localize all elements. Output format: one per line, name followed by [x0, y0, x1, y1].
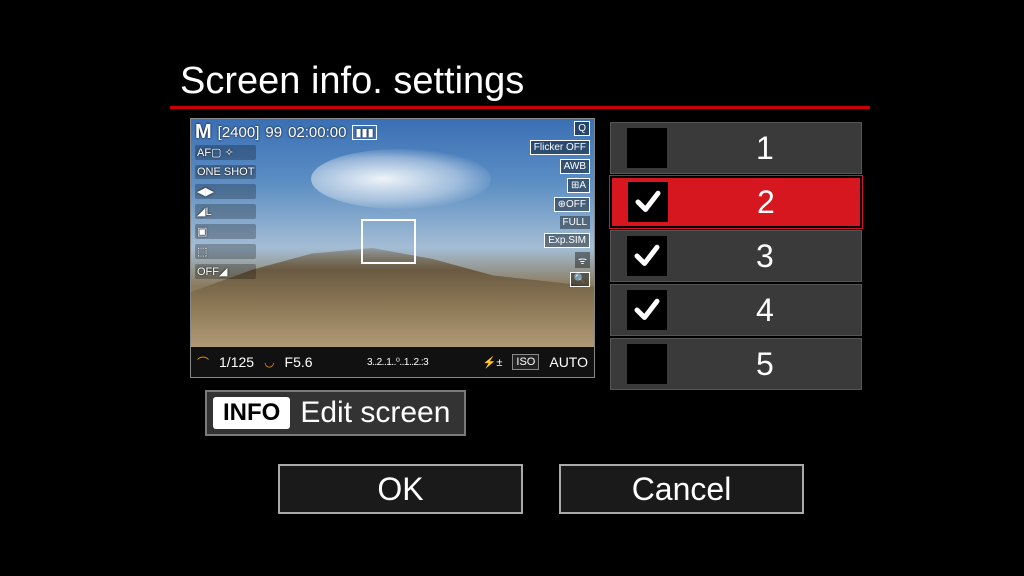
- screen-preview: M [2400] 99 02:00:00 ▮▮▮ AF▢ ✧ ONE SHOT …: [190, 118, 595, 378]
- magnify-icon: 🔍: [570, 272, 590, 287]
- flicker-icon: Flicker OFF: [530, 140, 590, 155]
- preview-top-row: M [2400] 99 02:00:00 ▮▮▮: [195, 121, 377, 144]
- screen-number-label: 3: [756, 238, 774, 275]
- quick-dial-icon: ◡: [264, 355, 274, 369]
- screen-list-item-3[interactable]: 3: [610, 230, 862, 282]
- aperture-value: F5.6: [285, 354, 313, 370]
- screen-list-item-1[interactable]: 1: [610, 122, 862, 174]
- screen-number-label: 2: [757, 184, 775, 221]
- alo-icon: ⊕OFF: [554, 197, 590, 212]
- ok-button[interactable]: OK: [278, 464, 523, 514]
- cancel-button[interactable]: Cancel: [559, 464, 804, 514]
- drive-icon: ◀▶: [195, 184, 256, 199]
- awb-icon: AWB: [560, 159, 590, 174]
- grid-icon: ▣: [195, 224, 256, 239]
- focus-box: [361, 219, 416, 264]
- edit-screen-button[interactable]: INFO Edit screen: [205, 390, 466, 436]
- screen-number-label: 5: [756, 346, 774, 383]
- shutter-speed: 1/125: [219, 354, 254, 370]
- wifi-icon: ᯤ: [575, 252, 590, 268]
- screen-list-item-2[interactable]: 2: [610, 176, 862, 228]
- preview-left-column: AF▢ ✧ ONE SHOT ◀▶ ◢L ▣ ⬚ OFF◢: [195, 145, 256, 279]
- bracket-value: [2400]: [218, 124, 260, 141]
- off-icon: OFF◢: [195, 264, 256, 279]
- screen-list-item-5[interactable]: 5: [610, 338, 862, 390]
- checkbox-3[interactable]: [627, 236, 667, 276]
- edit-screen-label: Edit screen: [300, 396, 450, 430]
- page-title: Screen info. settings: [180, 60, 524, 103]
- q-menu-icon: Q: [574, 121, 590, 136]
- title-divider: [170, 106, 870, 109]
- iso-value: AUTO: [549, 354, 588, 370]
- full-icon: FULL: [560, 216, 590, 229]
- preview-right-column: Q Flicker OFF AWB ⊞A ⊕OFF FULL Exp.SIM ᯤ…: [530, 121, 590, 287]
- checkbox-4[interactable]: [627, 290, 667, 330]
- exposure-meter: 3..2..1..⁰..1..2.:3: [323, 357, 473, 368]
- expsim-icon: Exp.SIM: [544, 233, 590, 248]
- screen-number-label: 1: [756, 130, 774, 167]
- info-badge: INFO: [213, 397, 290, 429]
- crop-icon: ⬚: [195, 244, 256, 259]
- flash-comp-icon: ⚡±: [483, 356, 503, 369]
- checkbox-1[interactable]: [627, 128, 667, 168]
- screen-number-label: 4: [756, 292, 774, 329]
- checkbox-2[interactable]: [628, 182, 668, 222]
- iso-badge: ISO: [512, 354, 539, 370]
- screen-list: 1 2 3 4 5: [610, 122, 862, 390]
- picture-style-icon: ⊞A: [567, 178, 590, 193]
- mode-indicator: M: [195, 121, 212, 144]
- time-remaining: 02:00:00: [288, 124, 346, 141]
- checkbox-5[interactable]: [627, 344, 667, 384]
- preview-bottom-bar: ⌒ 1/125 ◡ F5.6 3..2..1..⁰..1..2.:3 ⚡± IS…: [191, 347, 594, 377]
- battery-icon: ▮▮▮: [352, 125, 376, 140]
- af-mode-icon: AF▢ ✧: [195, 145, 256, 160]
- screen-list-item-4[interactable]: 4: [610, 284, 862, 336]
- quality-icon: ◢L: [195, 204, 256, 219]
- shots-remaining: 99: [265, 124, 282, 141]
- main-dial-icon: ⌒: [197, 354, 209, 371]
- one-shot-icon: ONE SHOT: [195, 165, 256, 179]
